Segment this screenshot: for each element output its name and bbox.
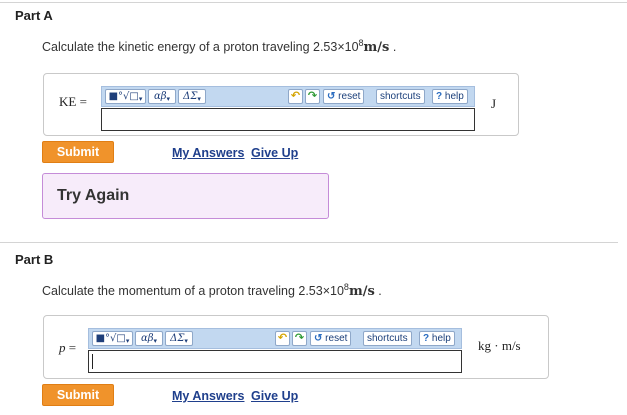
ke-unit-label: J [491,96,497,111]
question-suffix: . [374,284,382,299]
part-b-submit-button[interactable]: Submit [42,384,114,406]
part-b-give-up-link[interactable]: Give Up [251,389,298,403]
symbols-icon: ΔΣ [183,91,198,102]
templates-icon: ■°√□ [108,91,139,102]
help-icon: ? [423,333,430,344]
part-a-answer-box: KE = ■°√□▾ αβ▾ ΔΣ▾ ↶ ↷ ↺ reset shortcuts… [43,73,519,136]
question-text: Calculate the kinetic energy of a proton… [42,40,359,55]
chevron-down-icon: ▾ [138,95,143,103]
try-again-feedback: Try Again [42,173,329,219]
shortcuts-button[interactable]: shortcuts [363,331,412,346]
p-answer-input[interactable] [88,350,462,373]
chevron-down-icon: ▾ [197,95,201,103]
symbols-button[interactable]: ΔΣ▾ [178,89,206,104]
templates-icon: ■°√□ [95,333,126,344]
reset-icon: ↺ [327,91,336,102]
symbols-button[interactable]: ΔΣ▾ [165,331,193,346]
chevron-down-icon: ▾ [166,95,171,103]
part-a-give-up-link[interactable]: Give Up [251,146,298,160]
reset-label: reset [338,91,361,102]
part-b-answer-box: p = ■°√□▾ αβ▾ ΔΣ▾ ↶ ↷ ↺ reset shortcuts … [43,315,549,379]
part-a-question: Calculate the kinetic energy of a proton… [42,38,396,55]
chevron-down-icon: ▾ [153,337,158,345]
chevron-down-icon: ▾ [184,337,188,345]
variable-name: p [59,340,66,355]
top-divider [0,2,627,3]
part-divider [0,242,618,243]
templates-button[interactable]: ■°√□▾ [105,89,146,104]
reset-label: reset [325,333,348,344]
ke-variable-label: KE = [59,94,87,110]
redo-icon[interactable]: ↷ [305,89,320,104]
feedback-text: Try Again [57,187,130,204]
shortcuts-button[interactable]: shortcuts [376,89,425,104]
question-unit: m/s [348,284,375,300]
question-unit: m/s [363,40,390,56]
undo-icon[interactable]: ↶ [275,331,290,346]
part-a-my-answers-link[interactable]: My Answers [172,146,244,160]
part-b-my-answers-link[interactable]: My Answers [172,389,244,403]
question-text: Calculate the momentum of a proton trave… [42,284,344,299]
ke-answer-input[interactable] [101,108,475,131]
help-icon: ? [436,91,443,102]
reset-icon: ↺ [314,333,323,344]
reset-button[interactable]: ↺ reset [310,331,352,346]
part-b-question: Calculate the momentum of a proton trave… [42,282,382,299]
help-button[interactable]: ? help [432,89,468,104]
question-suffix: . [389,40,397,55]
greek-icon: αβ [153,91,167,102]
equals-sign: = [79,94,87,109]
part-a-submit-button[interactable]: Submit [42,141,114,163]
equals-sign: = [68,340,77,355]
reset-button[interactable]: ↺ reset [323,89,365,104]
p-unit-label: kg · m/s [478,338,521,353]
part-a-title: Part A [15,8,53,23]
templates-button[interactable]: ■°√□▾ [92,331,133,346]
equation-toolbar: ■°√□▾ αβ▾ ΔΣ▾ ↶ ↷ ↺ reset shortcuts ? he… [88,328,462,349]
text-cursor [92,354,93,369]
variable-name: KE [59,94,77,109]
symbols-icon: ΔΣ [170,333,185,344]
shortcuts-label: shortcuts [380,91,421,102]
shortcuts-label: shortcuts [367,333,408,344]
undo-icon[interactable]: ↶ [288,89,303,104]
p-variable-label: p = [59,340,76,356]
help-label: help [444,91,464,102]
greek-letters-button[interactable]: αβ▾ [135,331,163,346]
chevron-down-icon: ▾ [125,337,130,345]
redo-icon[interactable]: ↷ [292,331,307,346]
greek-icon: αβ [140,333,154,344]
help-label: help [431,333,451,344]
greek-letters-button[interactable]: αβ▾ [148,89,176,104]
equation-toolbar: ■°√□▾ αβ▾ ΔΣ▾ ↶ ↷ ↺ reset shortcuts ? he… [101,86,475,107]
help-button[interactable]: ? help [419,331,455,346]
part-b-title: Part B [15,252,54,267]
